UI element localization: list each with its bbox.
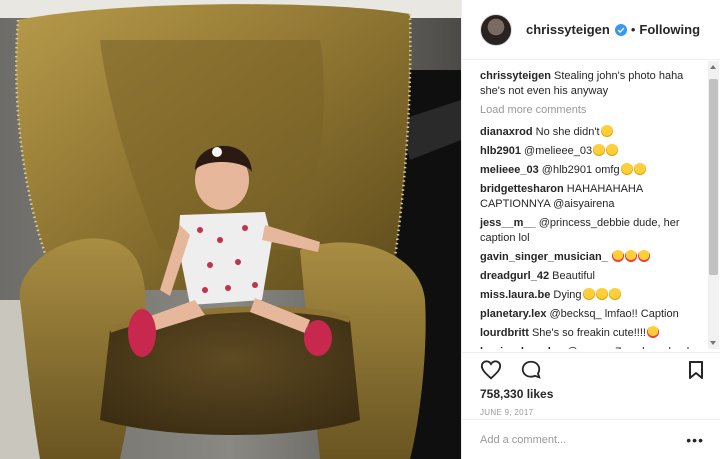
post-header: chrissyteigen • Following	[462, 0, 720, 60]
comments-list: chrissyteigen Stealing john's photo haha…	[462, 61, 706, 349]
post-photo[interactable]	[0, 0, 461, 459]
post-actions: 758,330 likes JUNE 9, 2017	[462, 352, 720, 417]
laughing-emoji-icon	[593, 144, 606, 156]
add-comment-bar: Add a comment... •••	[462, 419, 720, 459]
comment-text: Dying	[553, 289, 582, 301]
comment-row: miss.laura.be Dying	[480, 288, 696, 303]
comment-username[interactable]: dreadgurl_42	[480, 270, 549, 282]
comment-username[interactable]: hlb2901	[480, 145, 521, 157]
laughing-emoji-icon	[600, 125, 613, 137]
scroll-up-arrow-icon[interactable]	[710, 65, 716, 69]
comment-username[interactable]: bonjourbrayden	[480, 346, 564, 349]
comment-username[interactable]: bridgettesharon	[480, 183, 564, 195]
comment-row: gavin_singer_musician_	[480, 250, 696, 265]
laughing-emoji-icon	[582, 288, 595, 300]
caption: chrissyteigen Stealing john's photo haha…	[480, 69, 696, 99]
photo-image	[0, 0, 461, 459]
heart-icon[interactable]	[480, 359, 502, 381]
comment-row: dreadgurl_42 Beautiful	[480, 269, 696, 284]
add-comment-input[interactable]: Add a comment...	[480, 434, 566, 446]
comments-scrollbar[interactable]	[708, 61, 719, 349]
laughing-emoji-icon	[595, 288, 608, 300]
post-side-panel: chrissyteigen • Following chrissyteigen …	[461, 0, 720, 459]
heart-eyes-emoji-icon	[637, 250, 650, 262]
comment-username[interactable]: gavin_singer_musician_	[480, 251, 608, 263]
scroll-thumb[interactable]	[709, 79, 718, 275]
post-date[interactable]: JUNE 9, 2017	[480, 408, 704, 417]
more-options-button[interactable]: •••	[686, 432, 704, 448]
heart-eyes-emoji-icon	[646, 326, 659, 338]
laughing-emoji-icon	[606, 144, 619, 156]
comment-row: bridgettesharon HAHAHAHAHA CAPTIONNYA @a…	[480, 182, 696, 212]
comment-row: bonjourbrayden @wazzup7up shes clearly	[480, 345, 696, 349]
comment-text: @becksq_ lmfao!! Caption	[549, 308, 679, 320]
comment-text: No she didn't	[535, 126, 600, 138]
comment-username[interactable]: planetary.lex	[480, 308, 546, 320]
instagram-post-view: chrissyteigen • Following chrissyteigen …	[0, 0, 720, 459]
comment-text: @wazzup7up shes clearly	[567, 346, 695, 349]
comment-text: @hlb2901 omfg	[541, 164, 620, 176]
verified-badge-icon	[614, 23, 627, 36]
username-link[interactable]: chrissyteigen	[526, 22, 610, 37]
comment-row: hlb2901 @melieee_03	[480, 144, 696, 159]
laughing-emoji-icon	[633, 163, 646, 175]
laughing-emoji-icon	[608, 288, 621, 300]
user-avatar[interactable]	[480, 13, 512, 46]
comment-row: melieee_03 @hlb2901 omfg	[480, 163, 696, 178]
comment-row: jess__m__ @princess_debbie dude, her cap…	[480, 216, 696, 246]
likes-count[interactable]: 758,330 likes	[480, 387, 704, 401]
load-more-comments-button[interactable]: Load more comments	[480, 103, 696, 118]
comment-username[interactable]: jess__m__	[480, 217, 536, 229]
laughing-emoji-icon	[620, 163, 633, 175]
bookmark-icon[interactable]	[688, 361, 704, 379]
separator-dot: •	[630, 22, 636, 37]
comment-username[interactable]: miss.laura.be	[480, 289, 550, 301]
comment-icon[interactable]	[520, 359, 542, 381]
comment-username[interactable]: melieee_03	[480, 164, 539, 176]
action-icons-row	[480, 353, 704, 387]
comment-username[interactable]: dianaxrod	[480, 126, 533, 138]
comment-text: @melieee_03	[524, 145, 593, 157]
caption-username[interactable]: chrissyteigen	[480, 70, 551, 82]
heart-eyes-emoji-icon	[624, 250, 637, 262]
comment-username[interactable]: lourdbritt	[480, 327, 529, 339]
heart-eyes-emoji-icon	[611, 250, 624, 262]
comment-row: lourdbritt She's so freakin cute!!!!	[480, 326, 696, 341]
following-button[interactable]: Following	[639, 22, 700, 37]
comment-row: dianaxrod No she didn't	[480, 125, 696, 140]
comment-text: Beautiful	[552, 270, 595, 282]
comment-row: planetary.lex @becksq_ lmfao!! Caption	[480, 307, 696, 322]
comment-text: She's so freakin cute!!!!	[531, 327, 646, 339]
scroll-down-arrow-icon[interactable]	[710, 341, 716, 345]
